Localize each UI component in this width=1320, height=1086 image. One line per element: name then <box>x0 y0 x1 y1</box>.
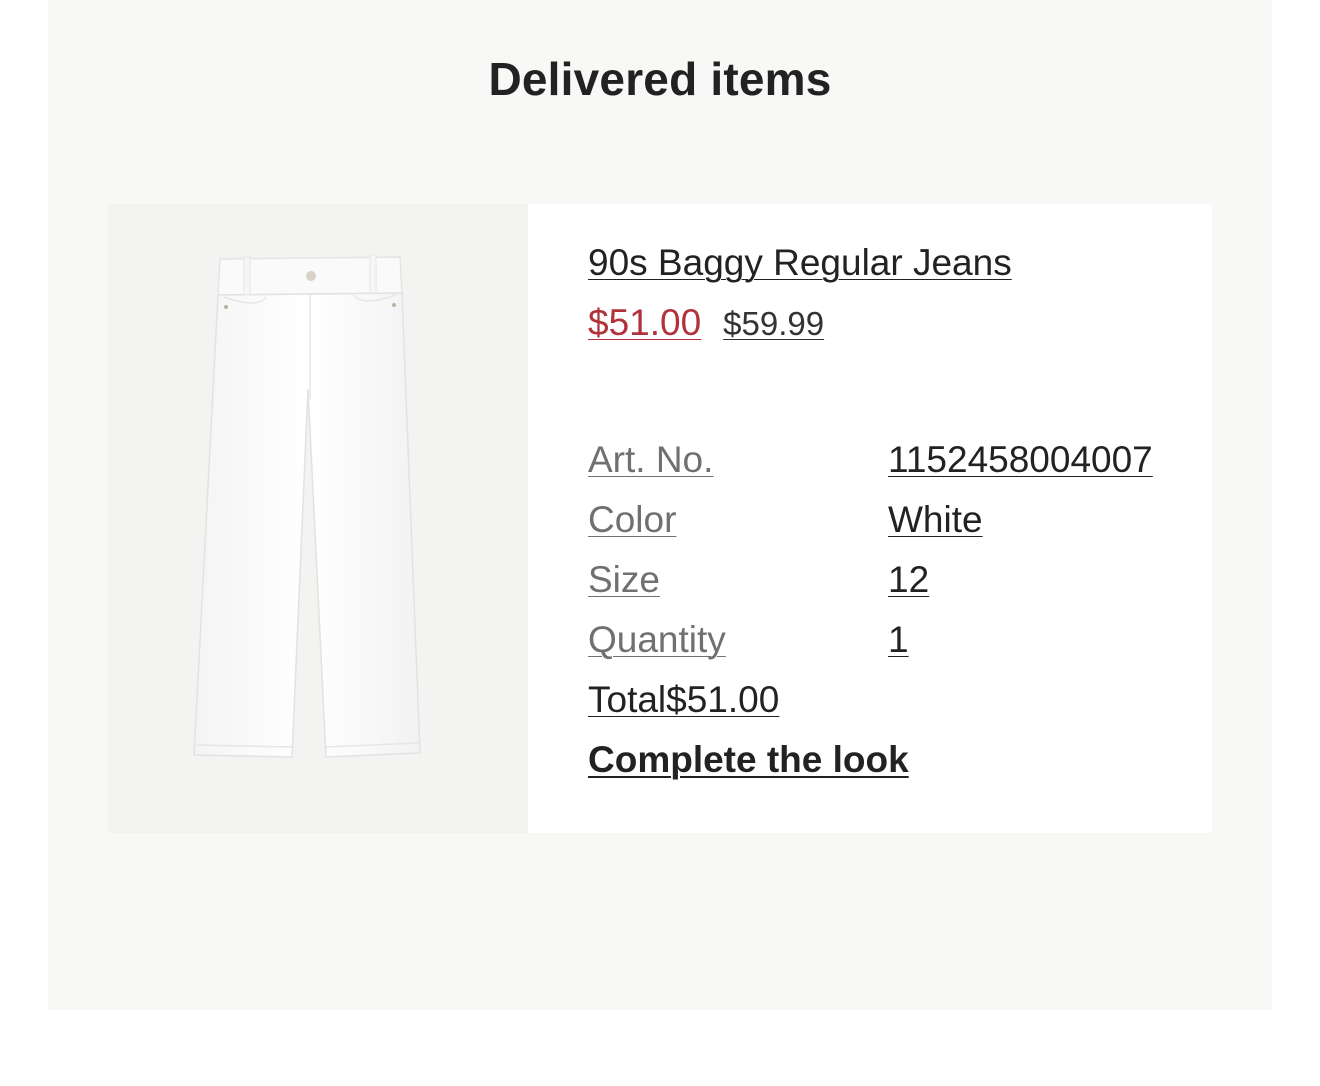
attribute-row-size: Size 12 <box>588 550 1212 610</box>
original-price: $59.99 <box>723 305 825 342</box>
item-details: 90s Baggy Regular Jeans $51.00 $59.99 Art… <box>528 204 1212 833</box>
product-image[interactable] <box>108 204 528 833</box>
order-item-card: 90s Baggy Regular Jeans $51.00 $59.99 Art… <box>108 204 1212 833</box>
attribute-label: Size <box>588 559 660 600</box>
attribute-row-quantity: Quantity 1 <box>588 610 1212 670</box>
total-value: $51.00 <box>666 679 780 720</box>
product-name-link[interactable]: 90s Baggy Regular Jeans <box>588 240 1012 286</box>
delivered-items-section: Delivered items 90s Baggy Regular Jeans … <box>48 0 1272 1010</box>
price-row: $51.00 $59.99 <box>588 300 1212 354</box>
item-attributes: Art. No. 1152458004007 Color White Size … <box>588 430 1212 790</box>
complete-the-look-link[interactable]: Complete the look <box>588 730 1212 790</box>
total-row: Total $51.00 <box>588 670 1212 730</box>
attribute-row-color: Color White <box>588 490 1212 550</box>
attribute-row-art-no: Art. No. 1152458004007 <box>588 430 1212 490</box>
attribute-value: 12 <box>888 559 930 600</box>
attribute-value: 1 <box>888 619 909 660</box>
attribute-label: Art. No. <box>588 439 714 480</box>
attribute-label: Quantity <box>588 619 726 660</box>
sale-price: $51.00 <box>588 302 702 343</box>
attribute-value: 1152458004007 <box>888 439 1153 480</box>
section-title: Delivered items <box>488 53 832 105</box>
jeans-icon <box>193 254 421 758</box>
total-label: Total <box>588 679 667 720</box>
attribute-value: White <box>888 499 983 540</box>
attribute-label: Color <box>588 499 677 540</box>
